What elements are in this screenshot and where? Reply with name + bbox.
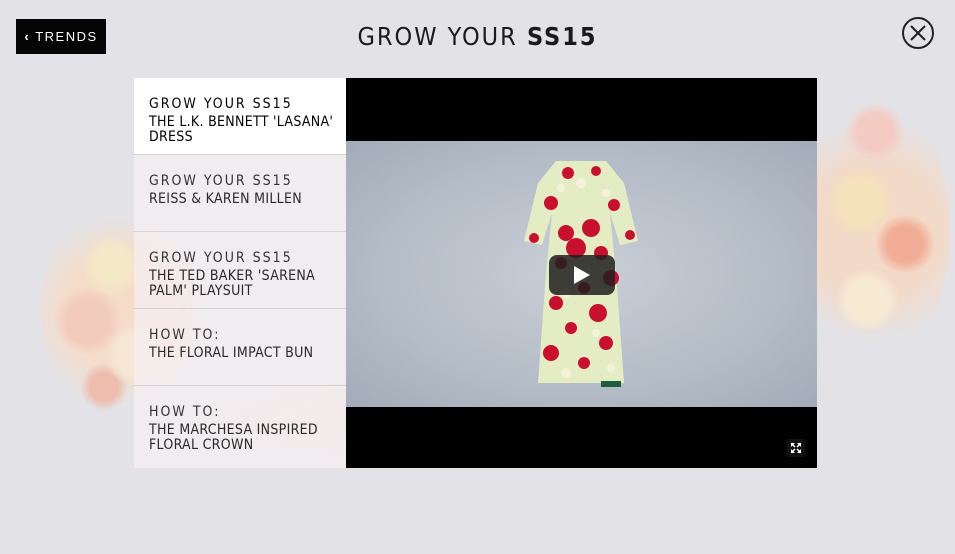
- close-button[interactable]: [902, 17, 934, 49]
- playlist-item-subtitle: THE MARCHESA INSPIRED FLORAL CROWN: [149, 423, 346, 453]
- video-player[interactable]: [346, 78, 817, 468]
- playlist-item-lk-bennett[interactable]: GROW YOUR SS15 THE L.K. BENNETT 'LASANA'…: [134, 78, 346, 155]
- page-title-bold: SS15: [526, 22, 598, 51]
- fullscreen-button[interactable]: [787, 439, 805, 457]
- playlist-item-floral-impact-bun[interactable]: HOW TO: THE FLORAL IMPACT BUN: [134, 309, 346, 386]
- playlist-item-subtitle-line2: DRESS: [149, 129, 193, 145]
- playlist-item-heading: GROW YOUR SS15: [149, 96, 293, 112]
- close-icon: [910, 25, 926, 41]
- playlist-item-subtitle: THE L.K. BENNETT 'LASANA' DRESS: [149, 115, 346, 145]
- video-playlist: GROW YOUR SS15 THE L.K. BENNETT 'LASANA'…: [134, 78, 346, 468]
- playlist-item-subtitle-line1: THE TED BAKER 'SARENA: [149, 268, 316, 284]
- playlist-item-heading: GROW YOUR SS15: [149, 250, 293, 266]
- playlist-item-subtitle-line1: THE MARCHESA INSPIRED: [149, 422, 318, 438]
- fullscreen-icon: [787, 439, 805, 457]
- playlist-item-subtitle-line1: REISS & KAREN MILLEN: [149, 191, 302, 207]
- playlist-item-ted-baker[interactable]: GROW YOUR SS15 THE TED BAKER 'SARENA PAL…: [134, 232, 346, 309]
- playlist-item-subtitle: THE TED BAKER 'SARENA PALM' PLAYSUIT: [149, 269, 346, 299]
- play-icon: [574, 266, 590, 284]
- play-button[interactable]: [549, 255, 615, 295]
- page-title-light: GROW YOUR: [357, 22, 518, 51]
- playlist-item-marchesa-floral-crown[interactable]: HOW TO: THE MARCHESA INSPIRED FLORAL CRO…: [134, 386, 346, 463]
- playlist-item-subtitle-line2: FLORAL CROWN: [149, 437, 254, 453]
- playlist-item-heading: GROW YOUR SS15: [149, 173, 293, 189]
- playlist-item-subtitle: REISS & KAREN MILLEN: [149, 192, 346, 207]
- decorative-flowers-right: [800, 90, 950, 370]
- playlist-item-subtitle-line1: THE L.K. BENNETT 'LASANA': [149, 114, 334, 130]
- playlist-item-reiss-karen-millen[interactable]: GROW YOUR SS15 REISS & KAREN MILLEN: [134, 155, 346, 232]
- playlist-item-heading: HOW TO:: [149, 404, 221, 420]
- playlist-item-heading: HOW TO:: [149, 327, 221, 343]
- playlist-item-subtitle-line2: PALM' PLAYSUIT: [149, 283, 253, 299]
- playlist-item-subtitle-line1: THE FLORAL IMPACT BUN: [149, 345, 314, 361]
- playlist-item-subtitle: THE FLORAL IMPACT BUN: [149, 346, 346, 361]
- page-title: GROW YOUR SS15: [0, 22, 955, 51]
- video-thumbnail: [346, 141, 817, 407]
